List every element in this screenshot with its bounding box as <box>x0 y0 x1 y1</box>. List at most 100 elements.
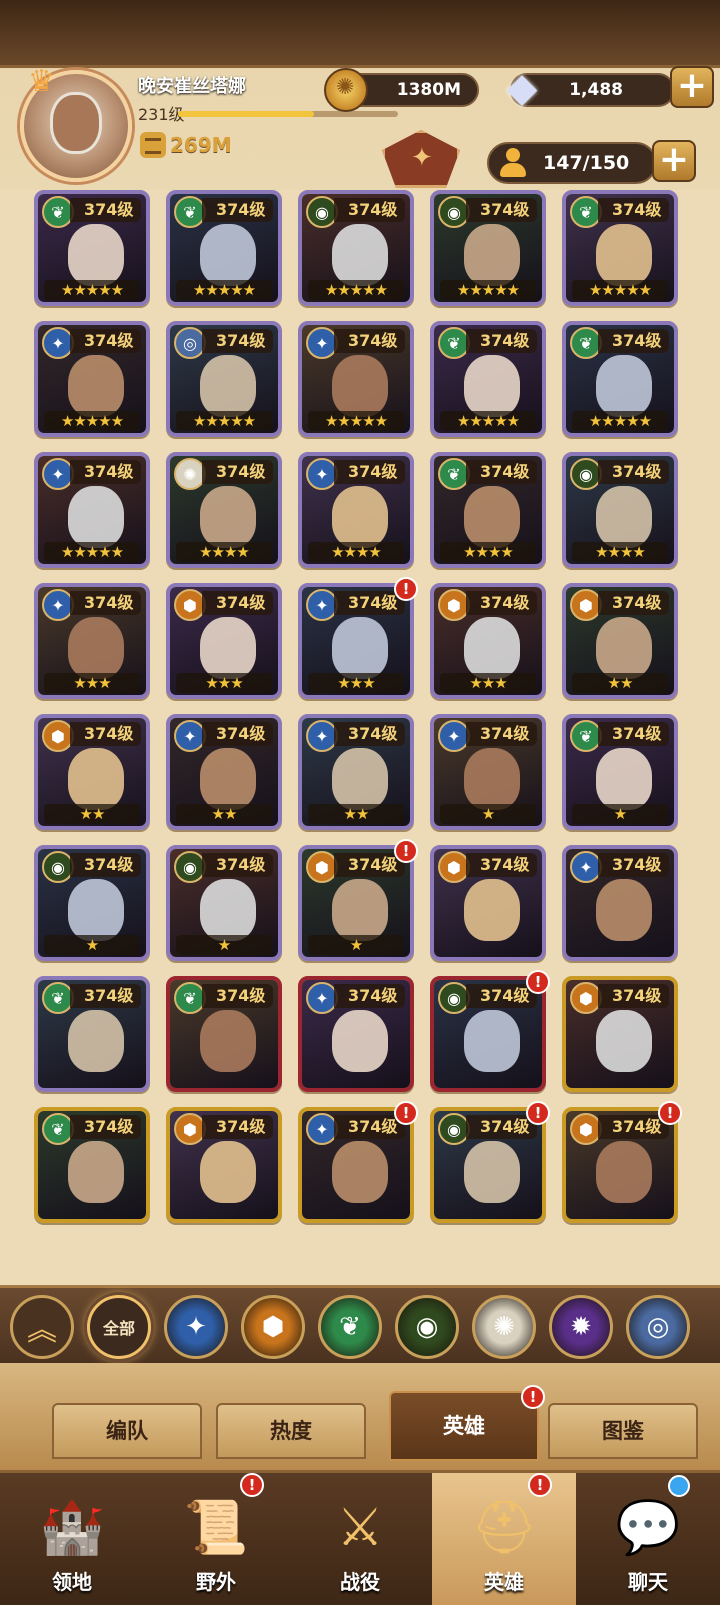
filter-celestial-button[interactable]: ✺ <box>472 1295 536 1359</box>
hero-card[interactable]: ❦ 374级 ★ <box>562 714 678 830</box>
filter-wilder-button[interactable]: ❦ <box>318 1295 382 1359</box>
tab-popularity[interactable]: 热度 <box>216 1403 366 1459</box>
hero-face <box>332 617 388 679</box>
filter-mauler-button[interactable]: ⬢ <box>241 1295 305 1359</box>
hero-face <box>68 748 124 810</box>
hero-subtabs: 编队 热度 英雄! 图鉴 <box>0 1363 720 1470</box>
hero-face <box>464 224 520 286</box>
hero-card[interactable]: ⬢ 374级 ★★ <box>34 714 150 830</box>
hero-card[interactable]: ◉ 374级 ★ <box>34 845 150 961</box>
hero-card[interactable]: ◎ 374级 ★★★★★ <box>166 321 282 437</box>
gold-coin-icon <box>324 68 368 112</box>
hero-card[interactable]: ⬢ 374级 <box>430 845 546 961</box>
hero-face <box>332 486 388 548</box>
combat-power-value: 269M <box>170 133 232 157</box>
hero-card[interactable]: ❦ 374级 ★★★★★ <box>34 190 150 306</box>
hero-level: 374级 <box>70 329 142 353</box>
hero-card[interactable]: ⬢ 374级 ★★ <box>562 583 678 699</box>
hero-card[interactable]: ✦ 374级 ★★ <box>298 714 414 830</box>
alert-badge-icon: ! <box>528 1473 552 1497</box>
expand-capacity-button[interactable]: + <box>652 140 696 182</box>
nav-campaign[interactable]: ⚔ 战役 <box>288 1473 432 1605</box>
hero-face <box>464 1010 520 1072</box>
chat-bubble-icon: 💬 <box>615 1498 681 1558</box>
nav-wilds[interactable]: 📜 野外! <box>144 1473 288 1605</box>
hero-level: 374级 <box>466 329 538 353</box>
hero-face <box>464 1141 520 1203</box>
hero-card[interactable]: ❦ 374级 ★★★★★ <box>166 190 282 306</box>
collapse-filter-button[interactable]: ︽ <box>10 1295 74 1359</box>
hero-card[interactable]: ✺ 374级 ★★★★ <box>166 452 282 568</box>
hero-card[interactable]: ◉ 374级 ★★★★ <box>562 452 678 568</box>
hero-card[interactable]: ✦ 374级 <box>562 845 678 961</box>
tab-heroes[interactable]: 英雄 <box>389 1391 539 1461</box>
hero-card[interactable]: ✦ 374级 ★★ <box>166 714 282 830</box>
person-icon <box>498 148 528 178</box>
hero-stars: ★ <box>44 935 140 955</box>
hero-card[interactable]: ⬢ 374级 <box>562 976 678 1092</box>
diamond-value: 1,488 <box>569 80 623 100</box>
graveborn-icon: ◉ <box>415 1312 439 1342</box>
hero-card[interactable]: ◉ 374级 ★★★★★ <box>430 190 546 306</box>
hero-stars: ★ <box>308 935 404 955</box>
hero-face <box>200 748 256 810</box>
hero-card[interactable]: ✦ 374级 ★★★ <box>298 583 414 699</box>
lightbearer-icon: ✦ <box>185 1312 207 1342</box>
hero-card[interactable]: ⬢ 374级 <box>562 1107 678 1223</box>
hero-card[interactable]: ✦ 374级 ★★★★★ <box>34 452 150 568</box>
nav-territory[interactable]: 🏰 领地 <box>0 1473 144 1605</box>
hero-level: 374级 <box>598 591 670 615</box>
hero-card[interactable]: ❦ 374级 <box>34 976 150 1092</box>
hero-level: 374级 <box>466 853 538 877</box>
hero-face <box>596 617 652 679</box>
hero-face <box>68 617 124 679</box>
hero-card[interactable]: ⬢ 374级 ★★★ <box>430 583 546 699</box>
hero-card[interactable]: ⬢ 374级 <box>166 1107 282 1223</box>
hero-card[interactable]: ◉ 374级 ★★★★★ <box>298 190 414 306</box>
filter-hypogean-button[interactable]: ✹ <box>549 1295 613 1359</box>
hero-card[interactable]: ✦ 374级 ★★★★★ <box>298 321 414 437</box>
hero-card[interactable]: ❦ 374级 ★★★★★ <box>430 321 546 437</box>
hero-card[interactable]: ❦ 374级 ★★★★★ <box>562 321 678 437</box>
hero-level: 374级 <box>202 591 274 615</box>
filter-lightbearer-button[interactable]: ✦ <box>164 1295 228 1359</box>
hero-face <box>596 355 652 417</box>
hero-stars: ★ <box>572 804 668 824</box>
hero-card[interactable]: ✦ 374级 <box>298 976 414 1092</box>
hero-card[interactable]: ✦ 374级 ★★★★ <box>298 452 414 568</box>
hero-capacity-value: 147/150 <box>543 152 630 174</box>
hero-level: 374级 <box>334 198 406 222</box>
xp-bar-fill <box>178 111 315 117</box>
hero-card[interactable]: ⬢ 374级 ★ <box>298 845 414 961</box>
hero-card[interactable]: ◉ 374级 ★ <box>166 845 282 961</box>
hero-card[interactable]: ❦ 374级 ★★★★ <box>430 452 546 568</box>
hero-face <box>200 1141 256 1203</box>
add-diamonds-button[interactable]: + <box>670 66 714 108</box>
nav-heroes[interactable]: ⛑ 英雄! <box>432 1473 576 1605</box>
hero-card[interactable]: ◉ 374级 <box>430 976 546 1092</box>
nav-chat[interactable]: 💬 聊天 <box>576 1473 720 1605</box>
hero-face <box>200 486 256 548</box>
tab-codex[interactable]: 图鉴 <box>548 1403 698 1459</box>
hero-card[interactable]: ✦ 374级 <box>298 1107 414 1223</box>
hero-card[interactable]: ❦ 374级 <box>34 1107 150 1223</box>
hero-card[interactable]: ✦ 374级 ★★★★★ <box>34 321 150 437</box>
avatar-portrait <box>50 92 102 154</box>
hero-card[interactable]: ⬢ 374级 ★★★ <box>166 583 282 699</box>
tab-formation[interactable]: 编队 <box>52 1403 202 1459</box>
hero-face <box>200 617 256 679</box>
filter-all-button[interactable]: 全部 <box>87 1295 151 1359</box>
hero-face <box>200 355 256 417</box>
hero-card[interactable]: ❦ 374级 <box>166 976 282 1092</box>
hero-card[interactable]: ✦ 374级 ★★★ <box>34 583 150 699</box>
hero-card[interactable]: ◉ 374级 <box>430 1107 546 1223</box>
filter-graveborn-button[interactable]: ◉ <box>395 1295 459 1359</box>
avatar[interactable]: ♛ <box>20 64 132 182</box>
faction-emblem-icon[interactable] <box>382 130 460 188</box>
hero-card[interactable]: ❦ 374级 ★★★★★ <box>562 190 678 306</box>
hero-level: 374级 <box>598 329 670 353</box>
hero-stars: ★★★★ <box>176 542 272 562</box>
hero-card[interactable]: ✦ 374级 ★ <box>430 714 546 830</box>
filter-dimensional-button[interactable]: ◎ <box>626 1295 690 1359</box>
hero-stars: ★★★★★ <box>176 280 272 300</box>
